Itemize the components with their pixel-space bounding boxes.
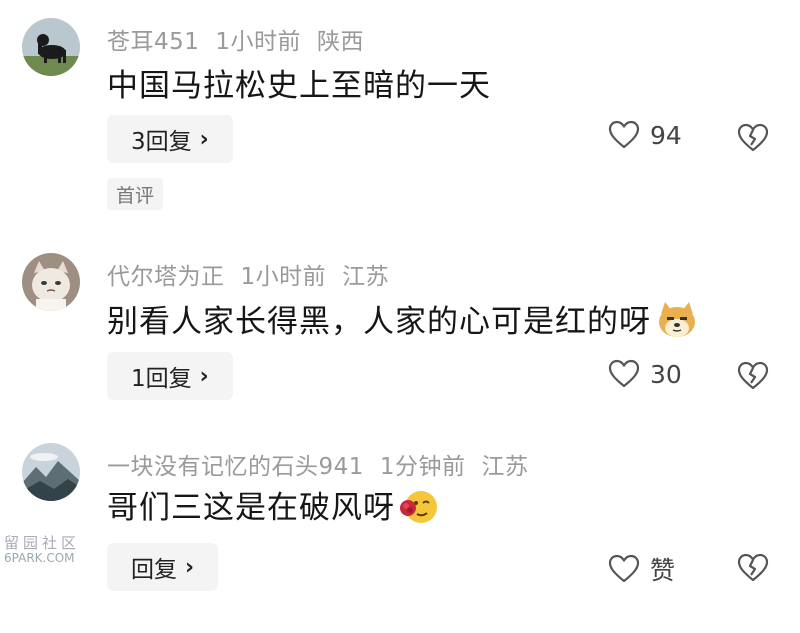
heart-icon <box>608 554 640 583</box>
cat-avatar-icon <box>22 253 80 311</box>
comment-location: 江苏 <box>342 264 390 290</box>
doge-emoji-icon <box>655 300 699 348</box>
comment-text: 哥们三这是在破风呀 <box>107 482 439 534</box>
reply-button[interactable]: 1回复 › <box>107 352 233 400</box>
chevron-right-icon: › <box>185 554 195 580</box>
comment-location: 江苏 <box>481 454 529 480</box>
comment-text-content: 别看人家长得黑，人家的心可是红的呀 <box>107 304 651 340</box>
heart-icon <box>608 359 640 388</box>
comment-time: 1小时前 <box>240 264 327 290</box>
username[interactable]: 苍耳451 <box>107 29 199 55</box>
comment-item: 代尔塔为正 1小时前 江苏 别看人家长得黑，人家的心可是红的呀 1回复 › 30 <box>0 240 800 410</box>
comment-location: 陕西 <box>317 29 365 55</box>
reply-label: 3回复 <box>131 129 192 155</box>
watermark: 留园社区 6PARK.COM <box>4 536 80 566</box>
watermark-line2: 6PARK.COM <box>4 551 75 565</box>
rose-wink-emoji-icon <box>397 486 439 534</box>
like-button[interactable]: 94 <box>608 120 682 150</box>
first-comment-badge: 首评 <box>107 178 164 210</box>
like-count: 94 <box>650 120 682 150</box>
like-count: 赞 <box>650 556 676 585</box>
chevron-right-icon: › <box>199 363 209 389</box>
heart-icon <box>608 120 640 149</box>
like-button[interactable]: 赞 <box>608 551 675 587</box>
dislike-button[interactable] <box>737 553 769 587</box>
comment-text: 中国马拉松史上至暗的一天 <box>107 68 491 104</box>
username[interactable]: 一块没有记忆的石头941 <box>107 454 364 480</box>
reply-label: 1回复 <box>131 366 192 392</box>
avatar[interactable] <box>22 18 80 76</box>
comment-text-content: 哥们三这是在破风呀 <box>107 490 395 526</box>
reply-label: 回复 <box>131 557 177 583</box>
comment-meta: 苍耳451 1小时前 陕西 <box>107 22 380 56</box>
broken-heart-icon <box>737 123 769 152</box>
broken-heart-icon <box>737 553 769 582</box>
comment-time: 1分钟前 <box>379 454 466 480</box>
avatar[interactable] <box>22 253 80 311</box>
comment-time: 1小时前 <box>215 29 302 55</box>
username[interactable]: 代尔塔为正 <box>107 264 225 290</box>
comment-text: 别看人家长得黑，人家的心可是红的呀 <box>107 296 699 348</box>
reply-button[interactable]: 3回复 › <box>107 115 233 163</box>
comment-meta: 代尔塔为正 1小时前 江苏 <box>107 257 405 291</box>
comment-item: 苍耳451 1小时前 陕西 中国马拉松史上至暗的一天 3回复 › 首评 94 <box>0 0 800 220</box>
dog-avatar-icon <box>22 18 80 76</box>
dislike-button[interactable] <box>737 123 769 157</box>
dislike-button[interactable] <box>737 361 769 395</box>
watermark-line1: 留园社区 <box>4 534 81 552</box>
chevron-right-icon: › <box>199 126 209 152</box>
like-count: 30 <box>650 359 682 389</box>
comment-item: 一块没有记忆的石头941 1分钟前 江苏 哥们三这是在破风呀 回复 › 赞 <box>0 430 800 630</box>
avatar[interactable] <box>22 443 80 501</box>
broken-heart-icon <box>737 361 769 390</box>
like-button[interactable]: 30 <box>608 359 682 389</box>
comment-meta: 一块没有记忆的石头941 1分钟前 江苏 <box>107 447 545 481</box>
mountain-avatar-icon <box>22 443 80 501</box>
reply-button[interactable]: 回复 › <box>107 543 219 591</box>
